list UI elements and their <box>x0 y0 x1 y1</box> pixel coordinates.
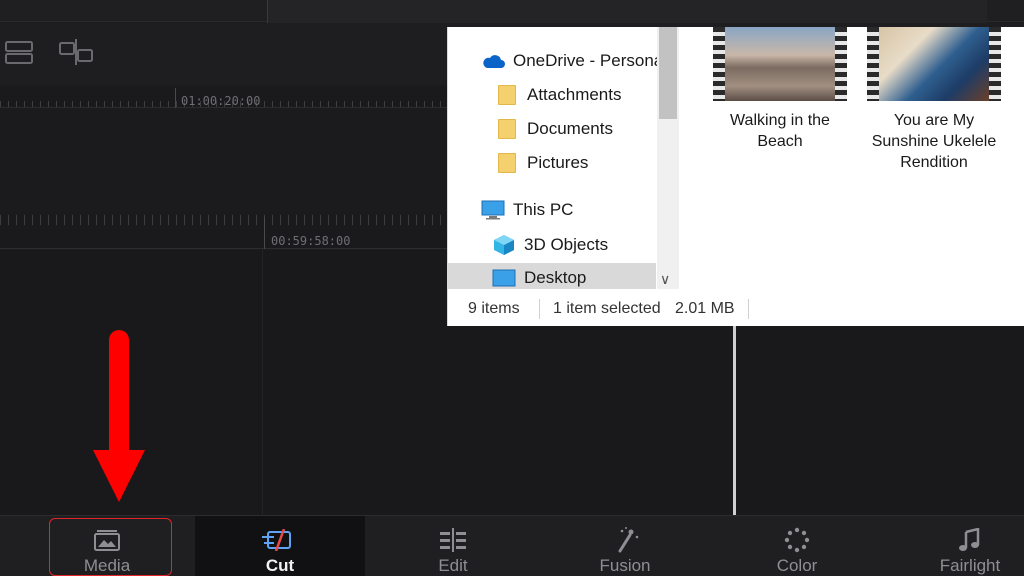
status-bar: 9 items 1 item selected 2.01 MB <box>448 289 1024 326</box>
navigation-pane: OneDrive - Persona Attachments Documents… <box>448 27 679 289</box>
item-count: 9 items <box>468 300 520 317</box>
film-strip <box>989 27 1001 101</box>
tab-label: Color <box>776 556 818 575</box>
tab-cut[interactable]: Cut <box>195 516 365 576</box>
fusion-icon <box>605 527 645 553</box>
chevron-down-icon[interactable]: ∨ <box>660 271 670 288</box>
nav-item-label: This PC <box>513 200 574 219</box>
nav-item-label: Pictures <box>527 153 589 172</box>
nav-item-label: 3D Objects <box>524 235 609 254</box>
video-thumbnail[interactable] <box>713 27 847 101</box>
nav-item-label: Documents <box>527 119 613 138</box>
beach-photo <box>725 27 835 101</box>
nav-item-label: Desktop <box>524 268 587 287</box>
timeline-view-icon[interactable] <box>2 38 36 66</box>
file-explorer-window: OneDrive - Persona Attachments Documents… <box>447 27 1024 326</box>
nav-item-pictures[interactable]: Pictures <box>448 148 658 178</box>
tab-label: Edit <box>438 556 468 575</box>
status-divider <box>539 299 540 319</box>
ruler-tick <box>175 88 176 108</box>
timecode-upper: 01:00:20:00 <box>181 94 261 108</box>
nav-item-label: Attachments <box>527 85 622 104</box>
folder-icon <box>495 118 519 140</box>
file-content-pane: Walking in the Beach You are My Sunshine… <box>680 27 1024 289</box>
edit-icon <box>433 528 473 552</box>
file-name[interactable]: You are My Sunshine Ukelele Rendition <box>859 110 1009 173</box>
track-divider <box>262 250 263 515</box>
timecode-lower: 00:59:58:00 <box>271 234 351 248</box>
folder-icon <box>495 84 519 106</box>
nav-item-3d-objects[interactable]: 3D Objects <box>448 230 658 260</box>
annotation-arrow-head <box>93 450 145 502</box>
onedrive-icon <box>481 50 505 72</box>
nav-item-onedrive[interactable]: OneDrive - Persona <box>448 46 663 76</box>
status-divider <box>748 299 749 319</box>
tab-label: Cut <box>265 556 295 575</box>
media-tab-highlight <box>49 518 172 576</box>
file-name[interactable]: Walking in the Beach <box>705 110 855 152</box>
film-strip <box>713 27 725 101</box>
nav-item-attachments[interactable]: Attachments <box>448 80 658 110</box>
nav-pane-scrollbar[interactable]: ∨ <box>657 27 679 289</box>
split-clip-icon[interactable] <box>58 38 93 66</box>
desktop-icon <box>492 267 516 289</box>
cut-icon <box>260 528 300 552</box>
3d-objects-icon <box>492 234 516 256</box>
ukulele-photo <box>879 27 989 101</box>
scrollbar-thumb[interactable] <box>659 27 677 119</box>
tab-color[interactable]: Color <box>712 516 882 576</box>
tab-fairlight[interactable]: Fairlight <box>885 516 1024 576</box>
computer-icon <box>481 199 505 221</box>
tab-label: Fairlight <box>939 556 1001 575</box>
tab-edit[interactable]: Edit <box>368 516 538 576</box>
film-strip <box>835 27 847 101</box>
nav-item-documents[interactable]: Documents <box>448 114 658 144</box>
nav-item-label: OneDrive - Persona <box>513 51 664 70</box>
tab-label: Fusion <box>599 556 651 575</box>
fairlight-icon <box>950 528 990 552</box>
tab-fusion[interactable]: Fusion <box>540 516 710 576</box>
selection-count: 1 item selected <box>553 300 661 317</box>
folder-icon <box>495 152 519 174</box>
annotation-arrow-shaft <box>109 330 129 460</box>
video-thumbnail[interactable] <box>867 27 1001 101</box>
playhead[interactable] <box>733 326 736 516</box>
timeline-track-upper[interactable] <box>0 110 450 214</box>
color-icon <box>777 527 817 553</box>
timeline-ruler-lower[interactable] <box>0 215 450 249</box>
selection-size: 2.01 MB <box>675 300 735 317</box>
nav-item-this-pc[interactable]: This PC <box>448 195 658 225</box>
nav-item-desktop[interactable]: Desktop <box>448 263 656 289</box>
film-strip <box>867 27 879 101</box>
ruler-tick <box>264 217 265 249</box>
